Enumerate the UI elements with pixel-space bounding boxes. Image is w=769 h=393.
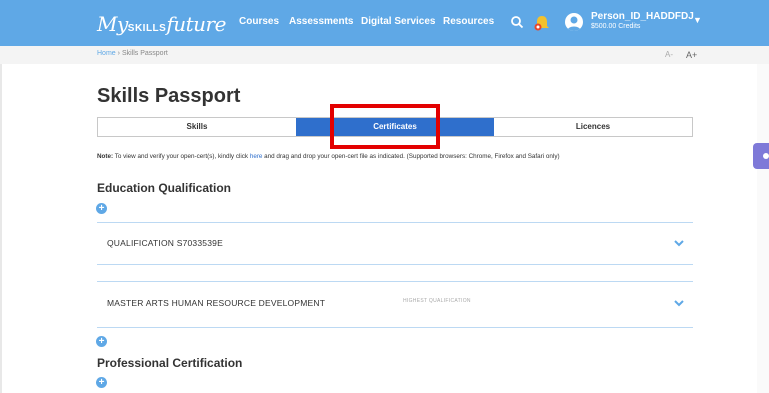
page-title: Skills Passport bbox=[97, 85, 241, 107]
credits-balance: $500.00 Credits bbox=[591, 23, 641, 30]
tab-skills[interactable]: Skills bbox=[98, 118, 296, 136]
divider bbox=[97, 281, 693, 282]
user-avatar[interactable] bbox=[565, 13, 583, 31]
username[interactable]: Person_ID_HADDFDJ bbox=[591, 11, 694, 22]
add-education-plus-icon[interactable]: + bbox=[96, 203, 107, 214]
divider bbox=[97, 327, 693, 328]
divider bbox=[97, 222, 693, 223]
professional-certification-heading: Professional Certification bbox=[97, 356, 243, 370]
breadcrumb: Home › Skills Passport bbox=[97, 50, 168, 57]
user-menu-caret-icon[interactable]: ▼ bbox=[693, 15, 702, 25]
notification-bell-icon[interactable] bbox=[533, 14, 551, 32]
open-cert-here-link[interactable]: here bbox=[250, 153, 263, 160]
qualification-item-2[interactable]: MASTER ARTS HUMAN RESOURCE DEVELOPMENT bbox=[107, 298, 325, 308]
font-decrease-button[interactable]: A- bbox=[665, 50, 673, 59]
add-certification-plus-icon[interactable]: + bbox=[96, 377, 107, 388]
divider bbox=[97, 264, 693, 265]
qualification-item-1[interactable]: QUALIFICATION S7033539E bbox=[107, 238, 223, 248]
education-qualification-heading: Education Qualification bbox=[97, 181, 232, 195]
breadcrumb-home[interactable]: Home bbox=[97, 50, 116, 57]
font-increase-button[interactable]: A+ bbox=[686, 50, 697, 60]
highest-qualification-badge: HIGHEST QUALIFICATION bbox=[403, 298, 471, 304]
open-cert-note: Note: To view and verify your open-cert(… bbox=[97, 153, 560, 160]
breadcrumb-current: Skills Passport bbox=[121, 50, 168, 57]
chevron-down-icon[interactable] bbox=[674, 300, 684, 307]
nav-courses[interactable]: Courses bbox=[239, 16, 279, 27]
nav-resources[interactable]: Resources bbox=[443, 16, 494, 27]
chat-side-tab[interactable] bbox=[753, 143, 769, 169]
tab-licences[interactable]: Licences bbox=[494, 118, 692, 136]
right-scroll-edge bbox=[757, 64, 769, 393]
search-icon[interactable] bbox=[510, 15, 524, 29]
highlight-box bbox=[330, 104, 440, 149]
add-qualification-plus-icon[interactable]: + bbox=[96, 336, 107, 347]
nav-digital-services[interactable]: Digital Services bbox=[361, 16, 435, 27]
myskillsfuture-logo[interactable]: MySKILLSfuture bbox=[97, 12, 226, 36]
left-scroll-edge bbox=[0, 64, 2, 393]
chevron-down-icon[interactable] bbox=[674, 240, 684, 247]
nav-assessments[interactable]: Assessments bbox=[289, 16, 353, 27]
